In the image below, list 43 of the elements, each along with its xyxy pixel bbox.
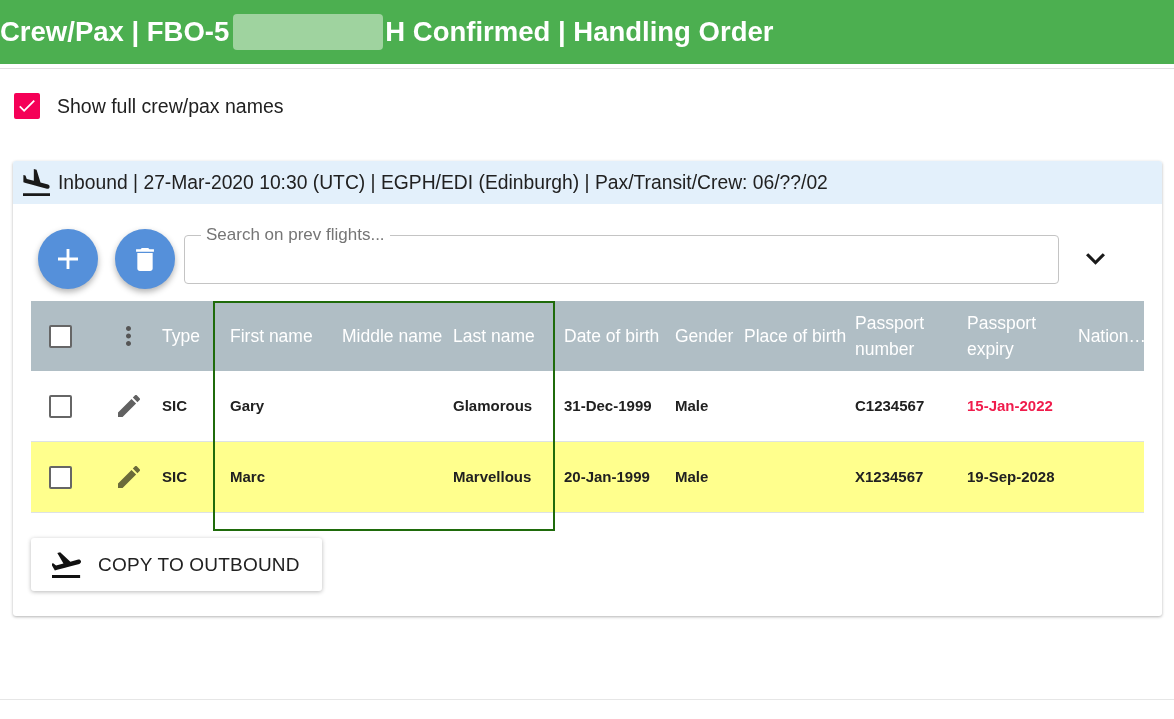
check-icon <box>19 100 35 112</box>
pencil-icon[interactable] <box>117 466 140 488</box>
airplane-takeoff-icon <box>52 551 81 578</box>
checkbox[interactable] <box>49 324 72 348</box>
pencil-icon[interactable] <box>117 395 140 417</box>
page-title: Crew/Pax | FBO-5 <box>0 16 230 48</box>
table-cell: 19-Sep-2028 <box>967 468 1055 485</box>
checkbox[interactable] <box>14 93 40 119</box>
checkbox[interactable] <box>49 394 72 418</box>
table-cell: Gary <box>230 397 265 414</box>
flight-summary: Inbound | 27-Mar-2020 10:30 (UTC) | EGPH/EDI (Edinburgh) | Pax/Transit/Crew: 06/??/02 <box>58 171 828 194</box>
table-cell: Male <box>675 397 709 414</box>
column-header[interactable]: Nation… <box>1078 323 1144 349</box>
table-cell: 31-Dec-1999 <box>564 397 652 414</box>
checkbox[interactable] <box>49 465 72 489</box>
plus-icon <box>58 249 78 269</box>
table-cell: Marvellous <box>453 468 532 485</box>
column-header[interactable]: Type <box>162 323 227 349</box>
table-cell: 15-Jan-2022 <box>967 397 1053 414</box>
three-dots-icon[interactable] <box>126 326 131 346</box>
delete-button[interactable] <box>115 229 175 289</box>
table-cell: SIC <box>162 468 187 485</box>
table-cell: Marc <box>230 468 266 485</box>
column-header[interactable]: Passport expiry <box>967 310 1075 362</box>
checkbox-label: Show full crew/pax names <box>57 94 284 118</box>
column-header[interactable]: Date of birth <box>564 323 672 349</box>
table-cell: C1234567 <box>855 397 925 414</box>
column-header[interactable]: Gender <box>675 323 741 349</box>
add-button[interactable] <box>38 229 98 289</box>
column-header[interactable]: Middle name <box>342 323 450 349</box>
chevron-down-icon[interactable] <box>1086 253 1105 265</box>
table-cell: Glamorous <box>453 397 533 414</box>
trash-icon <box>136 247 154 271</box>
table-cell: Male <box>675 468 709 485</box>
column-header[interactable]: Passport number <box>855 310 964 362</box>
table-cell: SIC <box>162 397 187 414</box>
column-header[interactable]: First name <box>230 323 339 349</box>
table-cell: X1234567 <box>855 468 924 485</box>
column-header[interactable]: Place of birth <box>744 323 852 349</box>
column-header[interactable]: Last name <box>453 323 561 349</box>
copy-to-outbound-button[interactable]: COPY TO OUTBOUND <box>31 538 322 591</box>
page-title: H Confirmed | Handling Order <box>385 16 774 48</box>
table-cell: 20-Jan-1999 <box>564 468 650 485</box>
